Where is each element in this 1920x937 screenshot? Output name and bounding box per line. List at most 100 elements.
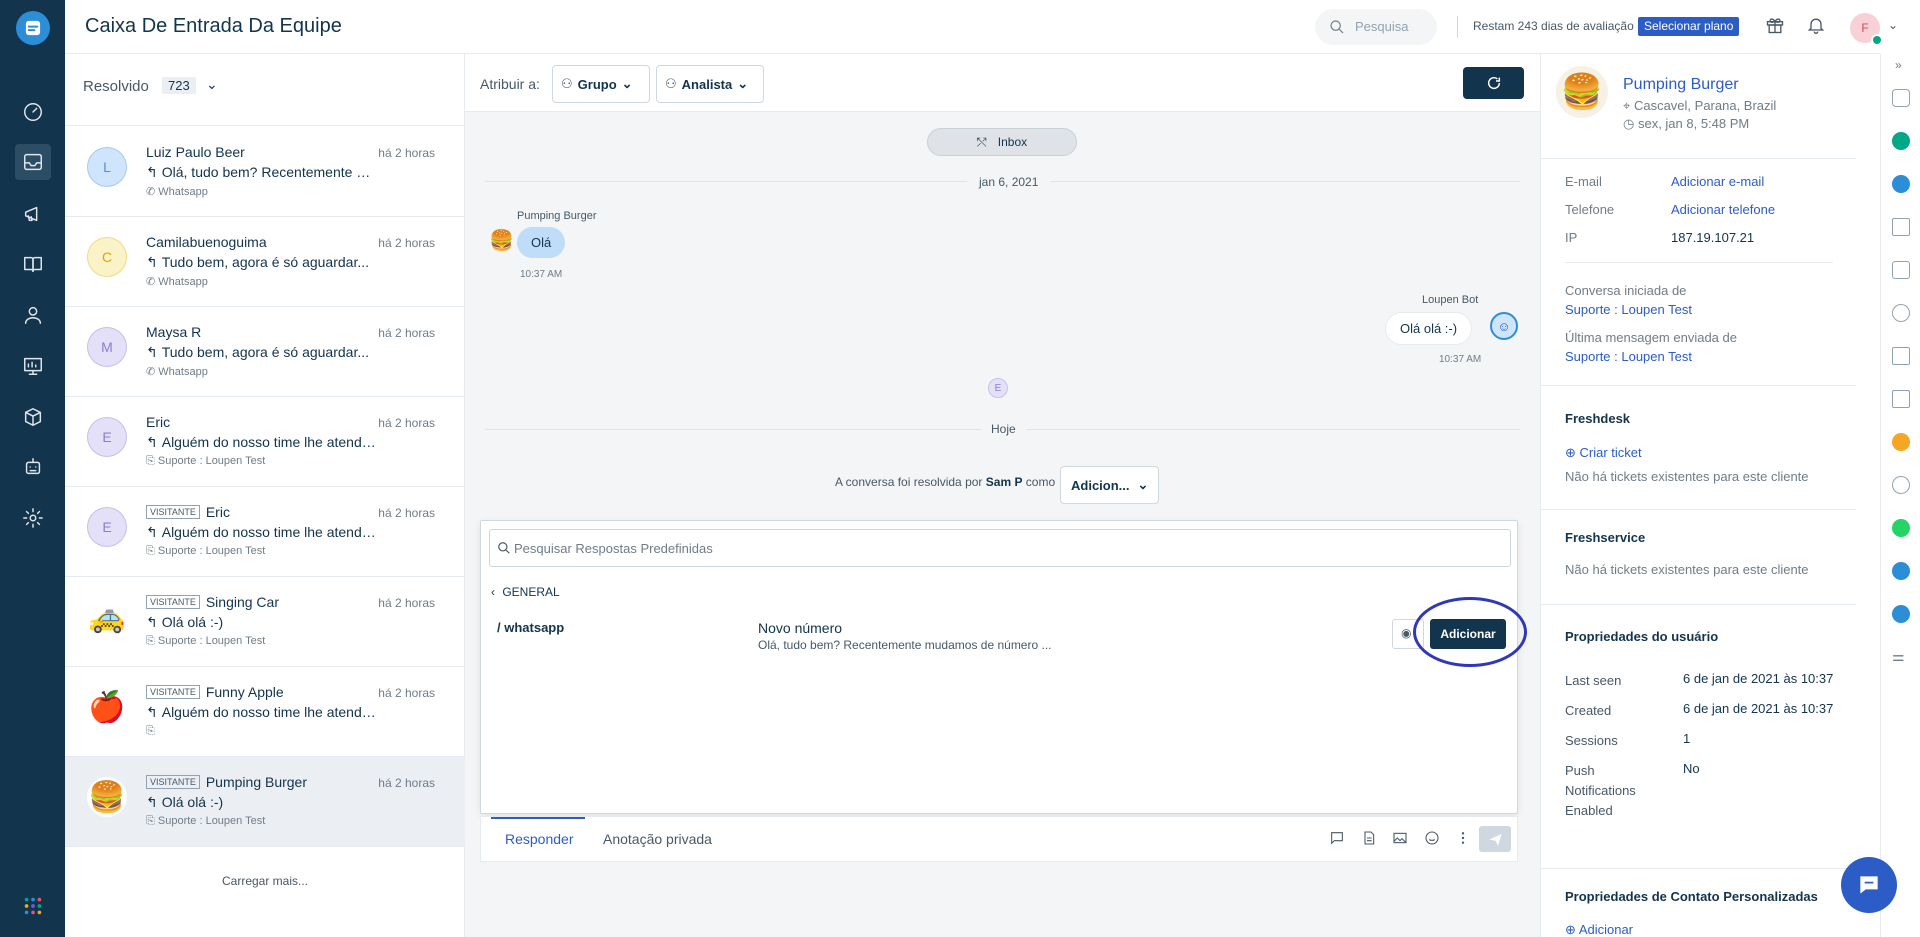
app-switcher-icon[interactable] [15,888,51,924]
chat-widget-button[interactable] [1841,857,1897,913]
conversation-avatar: 🍎 [87,687,127,727]
more-options-icon[interactable] [1455,830,1473,848]
conversation-started-link[interactable]: Suporte : Loupen Test [1565,302,1692,317]
inbox-icon[interactable] [15,144,51,180]
select-plan-button[interactable]: Selecionar plano [1638,17,1740,36]
add-email-link[interactable]: Adicionar e-mail [1671,174,1764,189]
campaigns-icon[interactable] [15,196,51,232]
shipping-app-icon[interactable] [1892,347,1910,365]
conversation-last-message-text: Tudo bem, agora é só aguardar... [161,254,370,270]
bot-icon[interactable] [15,449,51,485]
notifications-bell-icon[interactable] [1806,15,1828,37]
canned-search-input[interactable]: Pesquisar Respostas Predefinidas [489,529,1511,567]
reply-bar: Responder Anotação privada [480,816,1518,862]
user-property-key: Created [1565,703,1612,718]
hierarchy-app-icon[interactable] [1892,304,1910,322]
divider [1541,868,1856,869]
conversation-name-text: Maysa R [146,324,202,340]
canned-response-icon[interactable] [1329,830,1347,848]
conversation-list-item[interactable]: M Maysa Rhá 2 horas ↰ Tudo bem, agora é só … [65,307,465,397]
canned-back-link[interactable]: ‹ GENERAL [491,585,560,599]
add-phone-link[interactable]: Adicionar telefone [1671,202,1775,217]
expand-chevron-icon[interactable]: » [1895,58,1902,72]
conversation-channel: ⎘ Suporte : Loupen Test [146,455,265,468]
conversation-name-text: Camilabuenoguima [146,234,267,250]
canned-title[interactable]: Novo número [758,620,842,636]
billing-app-icon[interactable] [1892,433,1910,451]
contact-app-icon[interactable] [1892,89,1910,107]
conversation-list-item[interactable]: C Camilabuenoguima há 2 horas ↰ Tudo bem, ag… [65,217,465,307]
agent-dropdown[interactable]: ⚇ Analista ⌄ [656,65,764,103]
filter-dropdown-label[interactable]: Resolvido [83,78,149,95]
divider [1565,262,1833,263]
global-search[interactable]: Pesquisa [1315,9,1437,45]
create-ticket-link[interactable]: ⊕ Criar ticket [1565,445,1642,461]
divider [1541,509,1856,510]
attachment-file-icon[interactable] [1361,830,1379,848]
tab-private-note[interactable]: Anotação privada [603,831,712,847]
conversation-last-message-text: Olá, tudo bem? Recentemente mudamos... [161,164,376,180]
freshdesk-app-icon[interactable] [1892,175,1910,193]
conversation-list-item[interactable]: 🍔 VISITANTE Pumping Burger há 2 horas ↰ Olá o… [65,757,465,847]
last-message-link[interactable]: Suporte : Loupen Test [1565,349,1692,364]
reports-icon[interactable] [15,348,51,384]
freshcaller-app-icon[interactable] [1892,132,1910,150]
image-icon[interactable] [1392,830,1410,848]
conversation-name: Luiz Paulo Beer [146,144,245,160]
reply-arrow-icon: ↰ [146,344,158,360]
conversation-list-item[interactable]: E Eric há 2 horas ↰ Alguém do nosso time lhe… [65,397,465,487]
group-dropdown[interactable]: ⚇ Grupo ⌄ [552,65,650,103]
add-custom-property-link[interactable]: ⊕ Adicionar [1565,922,1633,937]
messenger-app-icon[interactable] [1892,605,1910,623]
shield-app-icon[interactable] [1892,476,1910,494]
whatsapp-app-icon[interactable] [1892,519,1910,537]
customer-message-bubble: Olá [517,227,566,258]
conversation-channel: ✆ Whatsapp [146,275,208,288]
chevron-down-icon[interactable]: ⌄ [1888,18,1898,32]
active-tab-indicator [491,817,585,819]
visitor-badge: VISITANTE [146,775,200,789]
top-header: Caixa De Entrada Da Equipe Pesquisa Rest… [65,0,1898,54]
conversation-list-item[interactable]: E VISITANTE Eric há 2 horas ↰ Alguém do nosso… [65,487,465,577]
settings-icon[interactable] [15,500,51,536]
knowledge-base-icon[interactable] [15,246,51,282]
send-button[interactable] [1479,826,1511,852]
load-more-link[interactable]: Carregar mais... [65,874,465,888]
resolved-as: como [1025,475,1056,489]
tab-reply[interactable]: Responder [505,831,574,847]
logo-icon[interactable] [15,10,51,46]
assign-label: Atribuir a: [480,76,540,92]
assign-bar: Atribuir a: ⚇ Grupo ⌄ ⚇ Analista ⌄ [465,54,1540,112]
conversation-list-item[interactable]: L Luiz Paulo Beer há 2 horas ↰ Olá, tudo bem… [65,127,465,217]
contact-local-time-text: sex, jan 8, 5:48 PM [1637,116,1750,131]
chevron-left-icon: ‹ [491,585,495,599]
emoji-icon[interactable] [1424,830,1442,848]
customer-avatar: 🍔 [489,230,514,252]
settings-sliders-icon[interactable]: ⚌ [1892,648,1905,665]
contact-name[interactable]: Pumping Burger [1623,76,1739,94]
apps-icon[interactable] [15,399,51,435]
conversation-name-text: Luiz Paulo Beer [146,144,245,160]
conversation-last-message-text: Alguém do nosso time lhe atenderá... [161,704,376,720]
phone-label: Telefone [1565,202,1615,217]
canned-shortcut[interactable]: / whatsapp [497,620,564,635]
resolution-status-dropdown[interactable]: Adicion... ⌄ [1060,466,1160,504]
user-property-key: Sessions [1565,733,1618,748]
conversation-last-message: ↰ Olá olá :-) [146,614,376,631]
conversation-list-item[interactable]: 🍎 VISITANTE Funny Apple há 2 horas ↰ Alguém d… [65,667,465,757]
chat-app-icon[interactable] [1892,562,1910,580]
reopen-button[interactable] [1463,67,1524,99]
conversation-name: Camilabuenoguima [146,234,267,250]
reply-arrow-icon: ↰ [146,704,158,720]
conversation-channel: ⎘ Suporte : Loupen Test [146,815,265,828]
analytics-app-icon[interactable] [1892,218,1910,236]
qr-app-icon[interactable] [1892,390,1910,408]
copy-app-icon[interactable] [1892,261,1910,279]
canned-responses-panel: Pesquisar Respostas Predefinidas ‹ GENER… [480,520,1518,814]
chevron-down-icon[interactable]: ⌄ [206,76,218,93]
canned-search-placeholder: Pesquisar Respostas Predefinidas [514,541,713,556]
dashboard-icon[interactable] [15,94,51,130]
contacts-icon[interactable] [15,297,51,333]
gift-icon[interactable] [1765,15,1787,37]
conversation-list-item[interactable]: 🚕 VISITANTE Singing Car há 2 horas ↰ Olá olá … [65,577,465,667]
